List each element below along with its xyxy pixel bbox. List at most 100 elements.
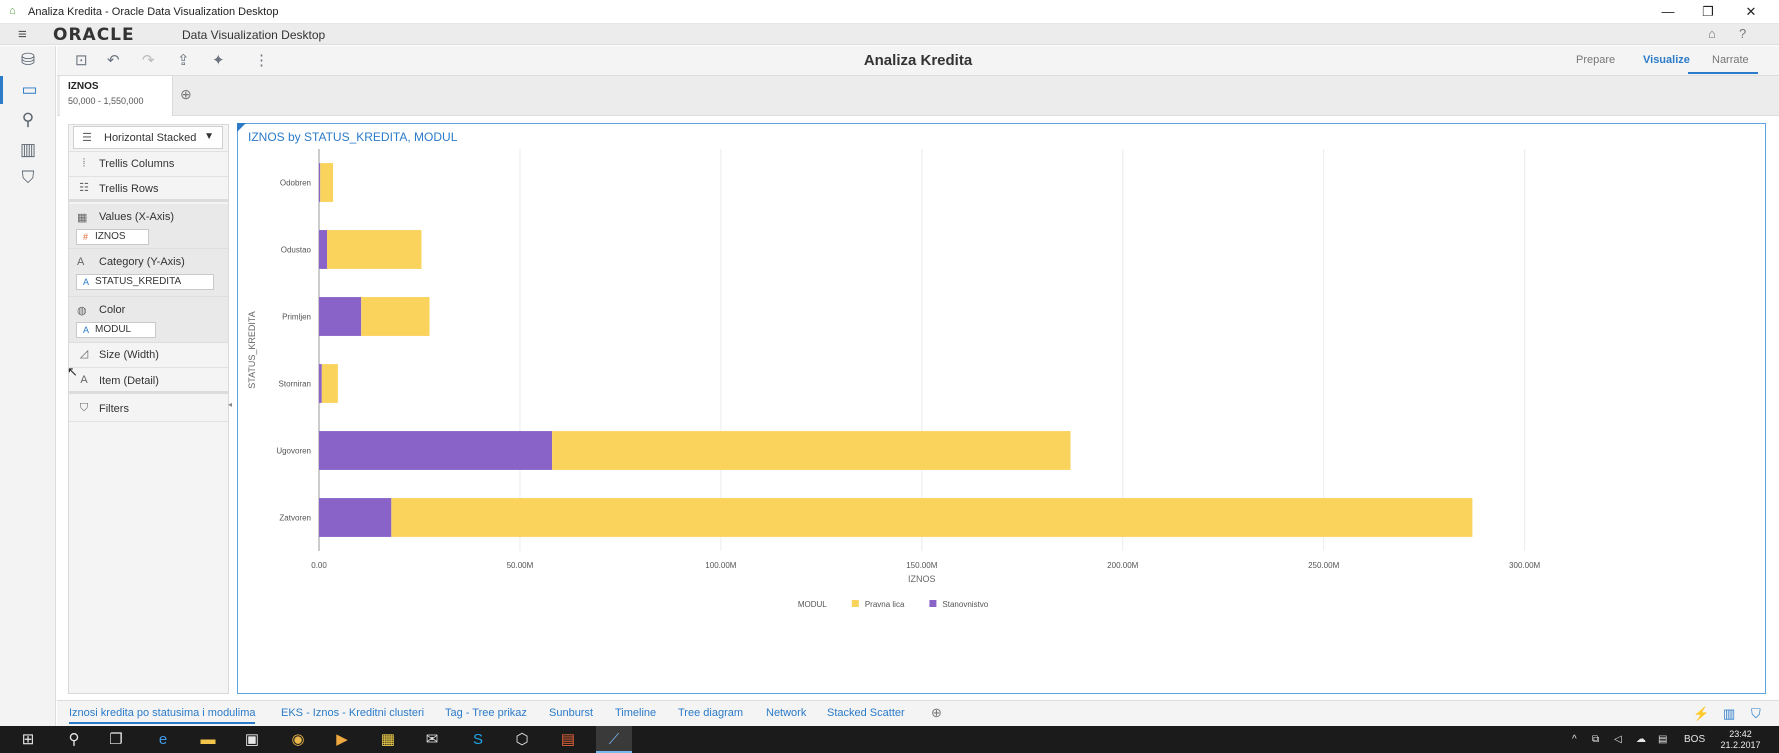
more-options-icon[interactable]: ⋮ bbox=[254, 52, 269, 70]
legend-swatch bbox=[929, 600, 937, 607]
tab-narrate[interactable]: Narrate bbox=[1712, 54, 1749, 66]
tab-prepare[interactable]: Prepare bbox=[1576, 54, 1615, 66]
canvas-tab-stacked-scatter[interactable]: Stacked Scatter bbox=[827, 707, 905, 719]
bar-segment[interactable] bbox=[319, 163, 321, 202]
add-filter-icon[interactable]: ⊕ bbox=[180, 86, 192, 103]
filters-row[interactable]: ⛉ Filters bbox=[69, 397, 228, 422]
presentation-icon[interactable]: ⊡ bbox=[75, 52, 88, 70]
filter-count-icon[interactable]: ⛉ bbox=[1751, 706, 1761, 722]
window-title: Analiza Kredita - Oracle Data Visualizat… bbox=[28, 6, 279, 18]
collapse-panel-icon[interactable]: ◂ bbox=[228, 400, 232, 409]
values-chip-iznos[interactable]: # IZNOS bbox=[76, 229, 149, 245]
bar-segment[interactable] bbox=[320, 163, 334, 202]
bar-segment[interactable] bbox=[321, 364, 338, 403]
filter-icon[interactable]: ⛉ bbox=[0, 164, 56, 192]
app-header: ≡ ORACLE Data Visualization Desktop ⌂ ? bbox=[0, 24, 1779, 45]
filter-pill-iznos[interactable]: IZNOS 50,000 - 1,550,000 bbox=[60, 76, 173, 116]
data-sources-icon[interactable]: ⛁ bbox=[0, 46, 56, 74]
bar-segment[interactable] bbox=[319, 364, 322, 403]
filters-label: Filters bbox=[99, 403, 129, 415]
bar-segment[interactable] bbox=[361, 297, 430, 336]
bar-segment[interactable] bbox=[319, 297, 362, 336]
onedrive-icon[interactable]: ☁ bbox=[1636, 734, 1646, 745]
clock-time[interactable]: 23:42 bbox=[1718, 729, 1763, 739]
store-icon[interactable]: ▣ bbox=[234, 726, 270, 753]
category-chip-label: STATUS_KREDITA bbox=[95, 276, 182, 287]
hamburger-menu-icon[interactable]: ≡ bbox=[18, 27, 27, 42]
home-icon[interactable]: ⌂ bbox=[1708, 26, 1716, 41]
close-button[interactable]: ✕ bbox=[1733, 2, 1769, 22]
bar-chart-icon[interactable]: ▥ bbox=[0, 136, 56, 164]
trellis-rows-icon: ☷ bbox=[79, 182, 89, 194]
visualizations-book-icon[interactable]: ▭ bbox=[0, 76, 56, 104]
bar-segment[interactable] bbox=[319, 431, 553, 470]
restore-button[interactable]: ❐ bbox=[1690, 2, 1726, 22]
edge-browser-icon[interactable]: e bbox=[145, 726, 181, 753]
canvas-tab-sunburst[interactable]: Sunburst bbox=[549, 707, 593, 719]
skype-icon[interactable]: S bbox=[460, 726, 496, 753]
volume-icon[interactable]: ◁ bbox=[1614, 734, 1622, 745]
bar-segment[interactable] bbox=[319, 498, 392, 537]
y-category-label: Ugovoren bbox=[276, 447, 311, 456]
trellis-columns-icon: ⦙ bbox=[82, 157, 86, 169]
canvas-tab-network[interactable]: Network bbox=[766, 707, 806, 719]
file-explorer-icon[interactable]: ▬ bbox=[190, 726, 226, 753]
redo-icon[interactable]: ↷ bbox=[142, 52, 155, 70]
mail-icon[interactable]: ✉ bbox=[414, 726, 450, 753]
color-label: Color bbox=[99, 304, 126, 316]
task-view-icon[interactable]: ❐ bbox=[98, 726, 134, 753]
item-detail-row[interactable]: A Item (Detail) bbox=[69, 369, 228, 394]
values-grid-icon: ▦ bbox=[77, 212, 88, 224]
filter-name: IZNOS bbox=[68, 81, 99, 92]
filter-bar: IZNOS 50,000 - 1,550,000 ⊕ bbox=[57, 76, 1779, 116]
search-icon[interactable]: ⚲ bbox=[56, 726, 92, 753]
trellis-rows-row[interactable]: ☷ Trellis Rows bbox=[69, 177, 228, 202]
canvas-tab-iznosi[interactable]: Iznosi kredita po statusima i modulima bbox=[69, 707, 256, 724]
undo-icon[interactable]: ↶ bbox=[107, 52, 120, 70]
notifications-icon[interactable]: ▤ bbox=[1658, 734, 1667, 745]
x-tick-label: 100.00M bbox=[705, 561, 736, 570]
color-chip-modul[interactable]: A MODUL bbox=[76, 322, 156, 338]
canvas-tab-eks[interactable]: EKS - Iznos - Kreditni clusteri bbox=[281, 707, 424, 719]
size-row[interactable]: ◿ Size (Width) bbox=[69, 343, 228, 368]
show-hidden-icons-icon[interactable]: ^ bbox=[1572, 734, 1577, 745]
canvas-tab-timeline[interactable]: Timeline bbox=[615, 707, 656, 719]
media-player-icon[interactable]: ▶ bbox=[324, 726, 360, 753]
refresh-icon[interactable]: ⚡ bbox=[1693, 706, 1709, 722]
minimize-button[interactable]: — bbox=[1650, 2, 1686, 22]
analytics-icon[interactable]: ⚲ bbox=[0, 106, 56, 134]
bar-segment[interactable] bbox=[319, 230, 328, 269]
viz-type-row: ☰ Horizontal Stacked ▼ bbox=[69, 125, 228, 152]
values-section[interactable]: ▦ Values (X-Axis) # IZNOS bbox=[69, 204, 228, 249]
category-section[interactable]: A Category (Y-Axis) A STATUS_KREDITA bbox=[69, 249, 228, 297]
chrome-icon[interactable]: ◉ bbox=[280, 726, 316, 753]
start-windows-icon[interactable]: ⊞ bbox=[10, 726, 46, 753]
calculator-icon[interactable]: ▦ bbox=[370, 726, 406, 753]
clock-date[interactable]: 21.2.2017 bbox=[1718, 740, 1763, 750]
category-attribute-icon: A bbox=[77, 256, 85, 268]
color-section[interactable]: ◍ Color A MODUL bbox=[69, 297, 228, 343]
help-icon[interactable]: ? bbox=[1739, 26, 1746, 41]
canvas-tab-tag-tree[interactable]: Tag - Tree prikaz bbox=[445, 707, 527, 719]
chart-canvas[interactable]: IZNOS by STATUS_KREDITA, MODUL 0.00 50.00… bbox=[237, 123, 1766, 694]
network-icon[interactable]: ⧉ bbox=[1592, 734, 1599, 745]
powerpoint-icon[interactable]: ▤ bbox=[550, 726, 586, 753]
tab-visualize[interactable]: Visualize bbox=[1643, 54, 1690, 66]
viz-settings-icon[interactable]: ▥ bbox=[1723, 706, 1735, 722]
add-canvas-icon[interactable]: ⊕ bbox=[931, 705, 942, 721]
bar-segment[interactable] bbox=[327, 230, 422, 269]
language-indicator[interactable]: BOS bbox=[1684, 734, 1705, 745]
bar-segment[interactable] bbox=[391, 498, 1473, 537]
data-visualization-app-icon[interactable]: ⟋ bbox=[596, 726, 632, 753]
category-chip-status[interactable]: A STATUS_KREDITA bbox=[76, 274, 214, 290]
export-icon[interactable]: ⇪ bbox=[177, 52, 190, 70]
y-category-label: Odustao bbox=[281, 246, 312, 255]
app-name: Data Visualization Desktop bbox=[182, 28, 326, 42]
viz-type-selector[interactable]: ☰ Horizontal Stacked ▼ bbox=[73, 126, 223, 149]
y-axis-title: STATUS_KREDITA bbox=[247, 311, 257, 389]
bar-segment[interactable] bbox=[552, 431, 1071, 470]
canvas-tab-tree-diagram[interactable]: Tree diagram bbox=[678, 707, 743, 719]
insights-bulb-icon[interactable]: ✦ bbox=[212, 52, 225, 70]
trellis-columns-row[interactable]: ⦙ Trellis Columns bbox=[69, 152, 228, 177]
virtualbox-icon[interactable]: ⬡ bbox=[504, 726, 540, 753]
